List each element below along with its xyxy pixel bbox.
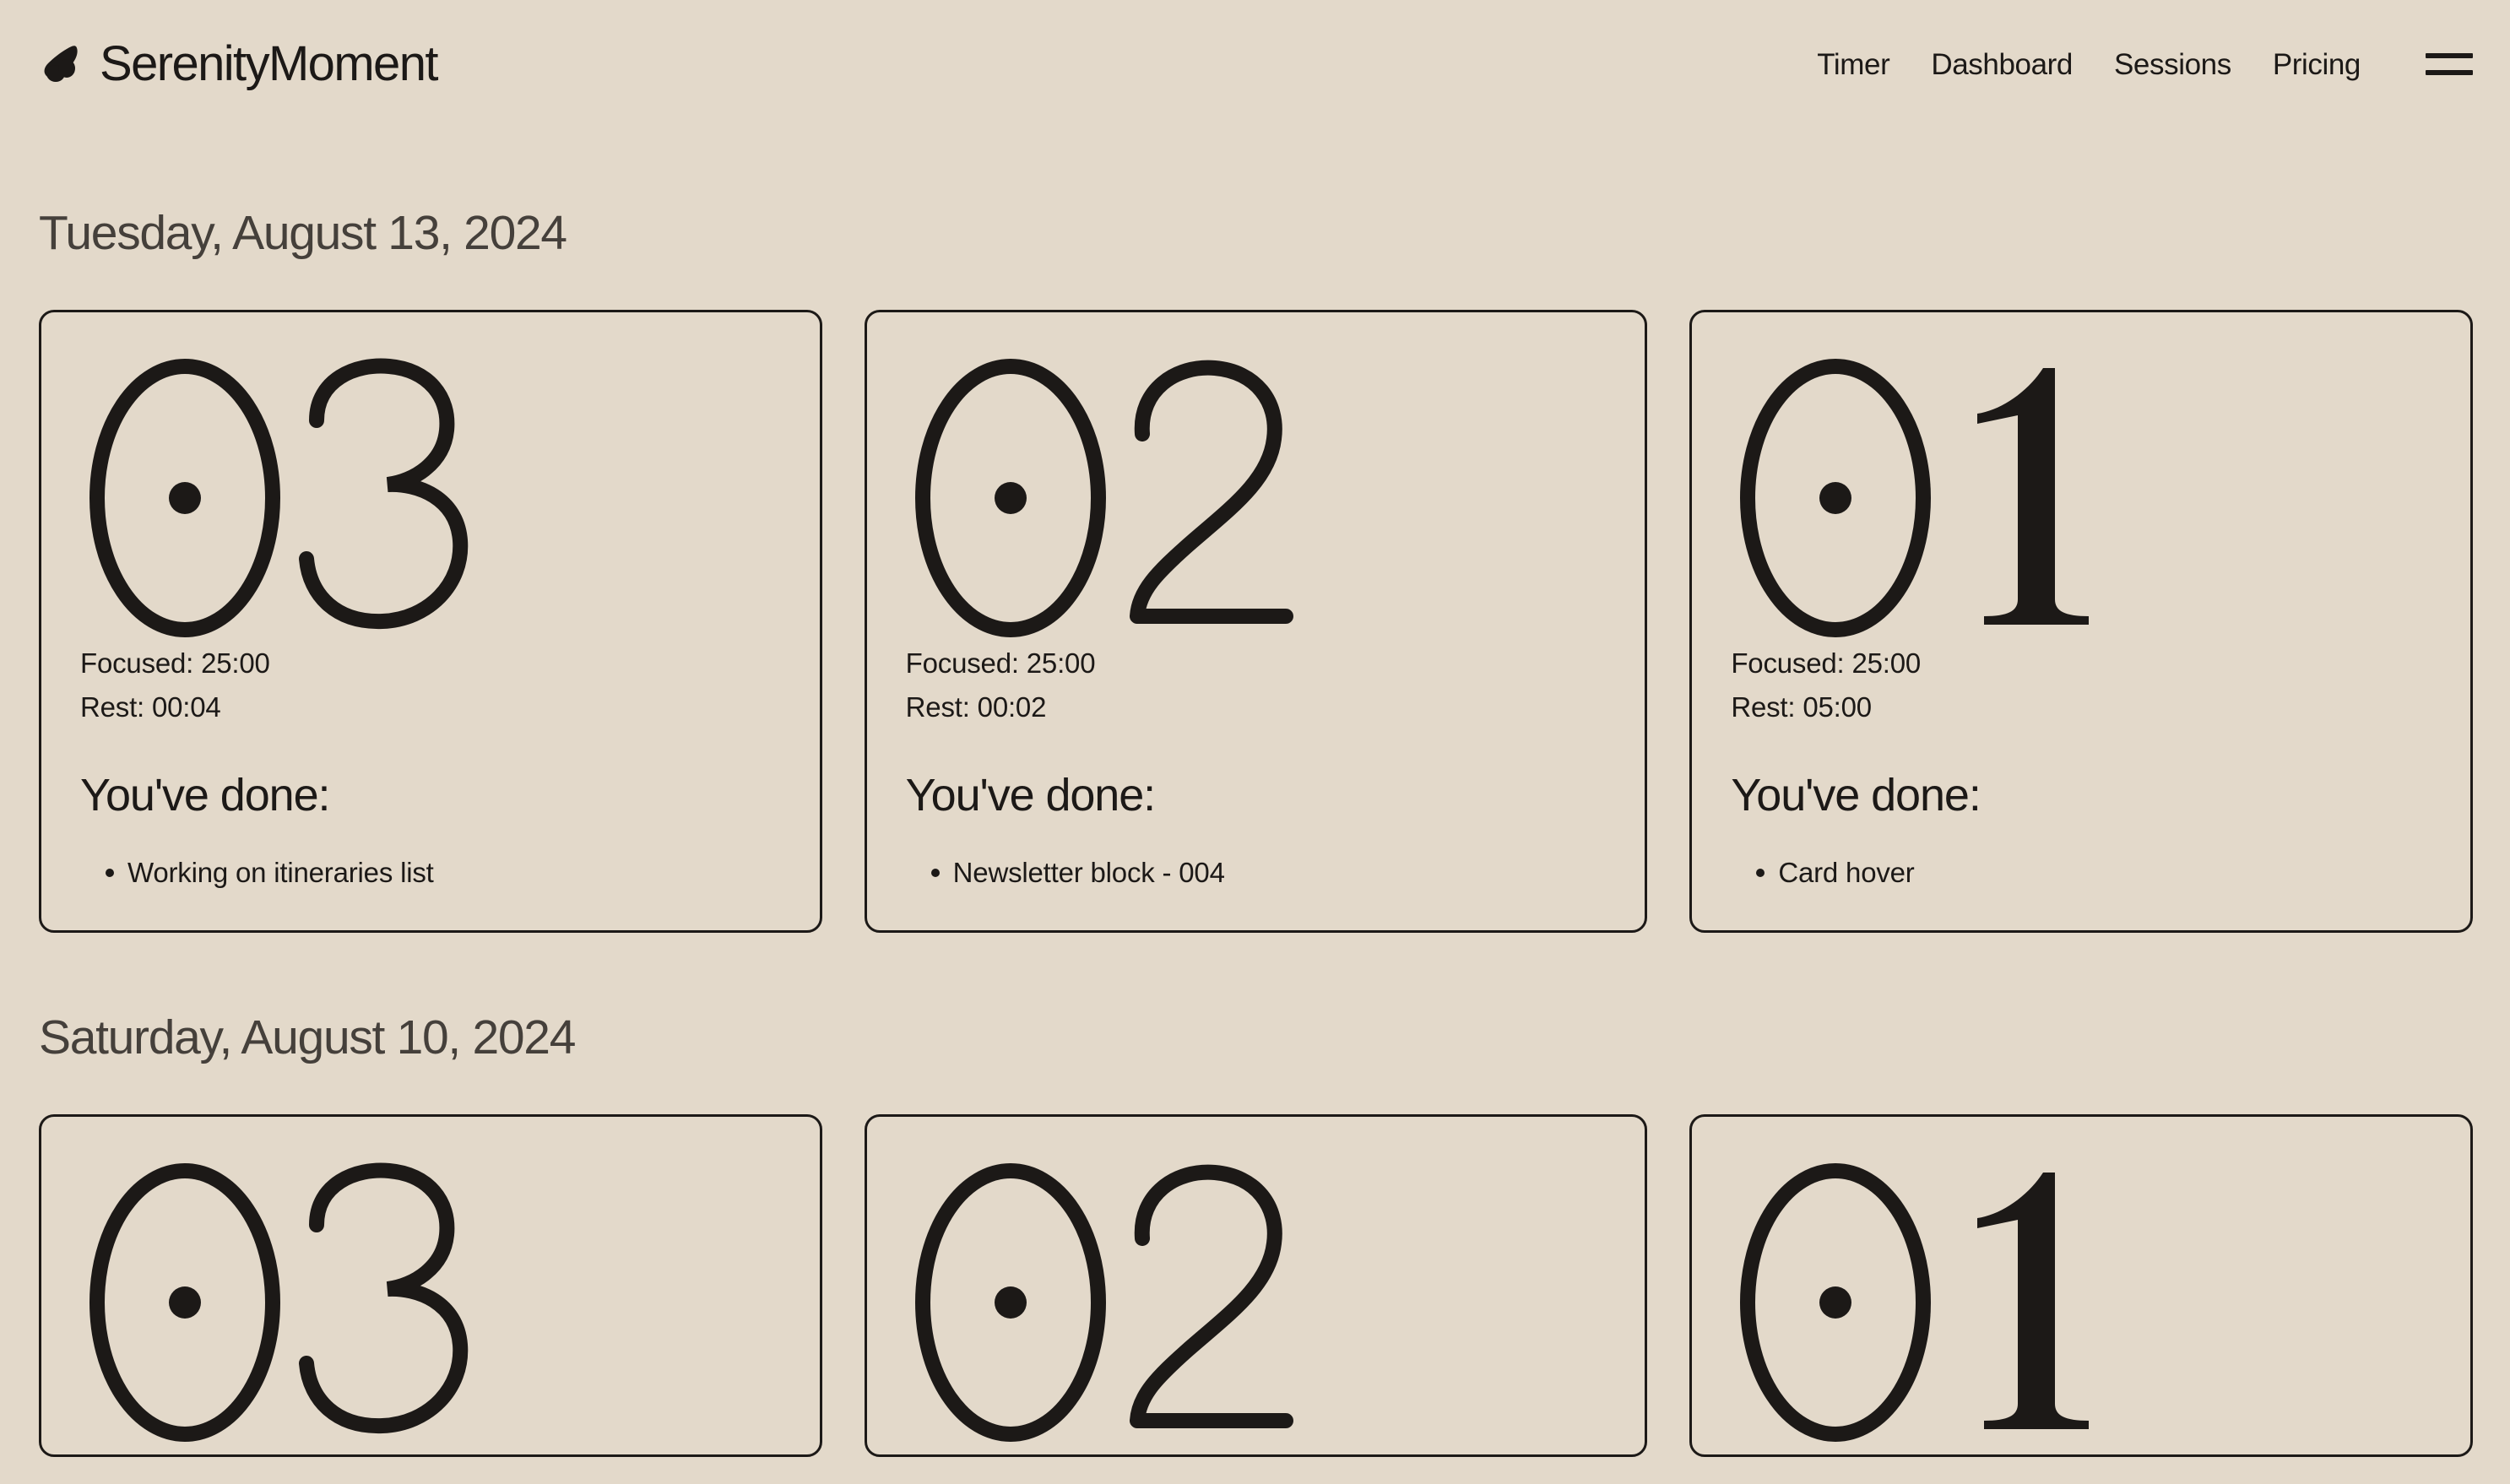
- day-heading: Tuesday, August 13, 2024: [39, 206, 567, 260]
- session-card[interactable]: [864, 1114, 1648, 1458]
- session-card[interactable]: Focused: 25:00 Rest: 00:02 You've done: …: [864, 310, 1648, 934]
- nav-item-pricing[interactable]: Pricing: [2273, 50, 2361, 79]
- sessions-list: Tuesday, August 13, 2024 Focused: 25:00 …: [0, 128, 2510, 1458]
- rest-time: Rest: 05:00: [1731, 691, 1872, 723]
- nav-item-timer[interactable]: Timer: [1817, 50, 1890, 79]
- done-title: You've done:: [905, 770, 1157, 821]
- hamburger-line-bottom: [2426, 70, 2473, 75]
- session-times: Focused: 25:00 Rest: 00:04: [80, 642, 781, 729]
- session-number: [80, 346, 781, 650]
- nav-item-sessions[interactable]: Sessions: [2114, 50, 2231, 79]
- done-list: Card hover: [1731, 852, 2431, 894]
- focused-time: Focused: 25:00: [80, 647, 270, 679]
- session-card-row: [39, 1114, 2474, 1458]
- session-card[interactable]: Focused: 25:00 Rest: 05:00 You've done: …: [1689, 310, 2474, 934]
- site-header: SerenityMoment Timer Dashboard Sessions …: [0, 0, 2510, 128]
- done-list-item: Card hover: [1731, 852, 2431, 894]
- focused-time: Focused: 25:00: [905, 647, 1096, 679]
- session-times: Focused: 25:00 Rest: 00:02: [906, 642, 1607, 729]
- main-nav: Timer Dashboard Sessions Pricing: [1817, 47, 2473, 81]
- session-card[interactable]: [1689, 1114, 2474, 1458]
- rest-time: Rest: 00:02: [905, 691, 1047, 723]
- session-number: [1731, 1151, 2431, 1454]
- done-title: You've done:: [1731, 770, 1981, 821]
- session-times: Focused: 25:00 Rest: 05:00: [1731, 642, 2431, 729]
- session-card[interactable]: Focused: 25:00 Rest: 00:04 You've done: …: [39, 310, 822, 934]
- rest-time: Rest: 00:04: [80, 691, 221, 723]
- session-card[interactable]: [39, 1114, 822, 1458]
- hamburger-line-top: [2426, 53, 2473, 58]
- done-list: Working on itineraries list: [80, 852, 781, 894]
- brand-logo[interactable]: SerenityMoment: [39, 36, 438, 91]
- brand-name: SerenityMoment: [100, 36, 438, 91]
- session-number: [906, 346, 1607, 650]
- nav-item-dashboard[interactable]: Dashboard: [1931, 50, 2073, 79]
- focused-time: Focused: 25:00: [1731, 647, 1922, 679]
- session-number: [1731, 346, 2431, 650]
- done-list-item: Newsletter block - 004: [906, 852, 1607, 894]
- done-list: Newsletter block - 004: [906, 852, 1607, 894]
- app-page: SerenityMoment Timer Dashboard Sessions …: [0, 0, 2510, 1484]
- done-title: You've done:: [80, 770, 331, 821]
- day-group: Tuesday, August 13, 2024 Focused: 25:00 …: [39, 128, 2474, 934]
- day-heading: Saturday, August 10, 2024: [39, 1010, 576, 1065]
- done-list-item: Working on itineraries list: [80, 852, 781, 894]
- hamburger-menu-icon[interactable]: [2426, 47, 2473, 81]
- session-card-row: Focused: 25:00 Rest: 00:04 You've done: …: [39, 310, 2474, 934]
- day-group: Saturday, August 10, 2024: [39, 933, 2474, 1458]
- session-number: [906, 1151, 1607, 1454]
- leaf-blob-icon: [39, 42, 83, 86]
- session-number: [80, 1151, 781, 1454]
